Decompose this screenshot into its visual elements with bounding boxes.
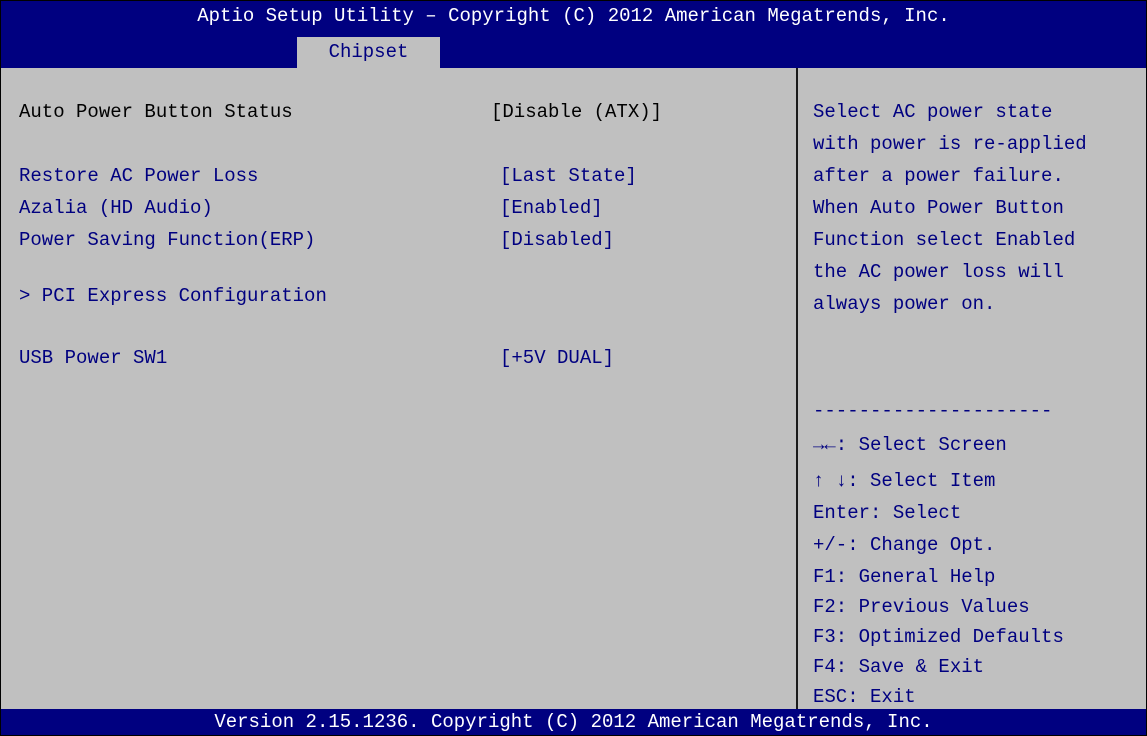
- help-text-line: When Auto Power Button: [813, 197, 1064, 219]
- tab-chipset[interactable]: Chipset: [297, 37, 440, 68]
- setting-label-azalia[interactable]: Azalia (HD Audio): [19, 197, 213, 219]
- header-bar: Aptio Setup Utility – Copyright (C) 2012…: [1, 1, 1146, 68]
- setting-label-auto-power-button-status[interactable]: Auto Power Button Status: [19, 101, 293, 123]
- setting-value-power-saving-function[interactable]: [Disabled]: [500, 229, 614, 251]
- setting-value-restore-ac-power-loss[interactable]: [Last State]: [500, 165, 637, 187]
- help-text-line: always power on.: [813, 293, 996, 315]
- setting-label-restore-ac-power-loss[interactable]: Restore AC Power Loss: [19, 165, 258, 187]
- key-hint-change-opt: +/-: Change Opt.: [813, 534, 996, 556]
- help-text-line: the AC power loss will: [813, 261, 1064, 283]
- help-text-line: Function select Enabled: [813, 229, 1076, 251]
- key-hint-enter: Enter: Select: [813, 502, 962, 524]
- setting-label-usb-power-sw1[interactable]: USB Power SW1: [19, 347, 167, 369]
- help-text-line: Select AC power state: [813, 101, 1053, 123]
- key-hint-save-exit: F4: Save & Exit: [813, 656, 985, 678]
- setting-value-auto-power-button-status[interactable]: [Disable (ATX)]: [491, 101, 662, 123]
- help-text-line: with power is re-applied: [813, 133, 1087, 155]
- key-hint-general-help: F1: General Help: [813, 566, 996, 588]
- submenu-pci-express-configuration[interactable]: > PCI Express Configuration: [19, 285, 327, 307]
- key-hint-previous-values: F2: Previous Values: [813, 596, 1030, 618]
- key-hint-select-item: ↑ ↓: Select Item: [813, 470, 996, 492]
- key-hint-optimized-defaults: F3: Optimized Defaults: [813, 626, 1064, 648]
- setting-value-usb-power-sw1[interactable]: [+5V DUAL]: [500, 347, 614, 369]
- app-title: Aptio Setup Utility – Copyright (C) 2012…: [197, 5, 950, 27]
- setting-value-azalia[interactable]: [Enabled]: [500, 197, 603, 219]
- key-hint-select-screen: →←: Select Screen: [813, 434, 1007, 456]
- help-separator: ---------------------: [813, 400, 1053, 422]
- help-text-line: after a power failure.: [813, 165, 1064, 187]
- version-footer: Version 2.15.1236. Copyright (C) 2012 Am…: [1, 709, 1146, 735]
- key-hint-esc-exit: ESC: Exit: [813, 686, 916, 708]
- panel-divider: [796, 68, 798, 709]
- setting-label-power-saving-function[interactable]: Power Saving Function(ERP): [19, 229, 315, 251]
